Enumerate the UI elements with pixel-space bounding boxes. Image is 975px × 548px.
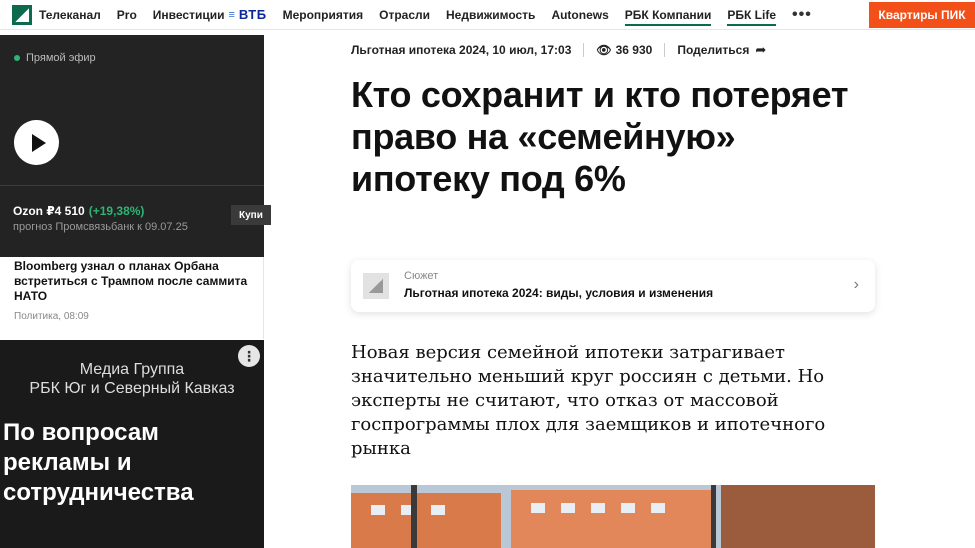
live-label: Прямой эфир — [14, 52, 96, 64]
divider — [664, 43, 666, 57]
ad-options-icon[interactable]: ⋮ — [238, 345, 260, 367]
building-shape — [511, 490, 711, 548]
eye-icon: 👁 — [596, 43, 612, 57]
top-navigation: Телеканал Pro Инвестиции ≡ ВТБ Мероприят… — [0, 0, 975, 30]
stock-forecast: прогноз Промсвязьбанк к 09.07.25 — [13, 221, 188, 233]
live-dot-icon — [14, 55, 20, 61]
ad-cta-button[interactable]: Квартиры ПИК — [869, 2, 975, 28]
nav-item-autonews[interactable]: Autonews — [551, 0, 608, 30]
building-shape — [721, 485, 875, 548]
story-title[interactable]: Льготная ипотека 2024: виды, условия и и… — [404, 286, 713, 300]
stock-name: Ozon ₽4 510 — [13, 204, 85, 218]
nav-menu: Телеканал Pro Инвестиции ≡ ВТБ Мероприят… — [39, 0, 828, 30]
window-shape — [431, 505, 445, 515]
divider — [583, 43, 585, 57]
play-button[interactable] — [14, 120, 59, 165]
rbc-logo-icon[interactable] — [4, 0, 39, 30]
nav-item-industries[interactable]: Отрасли — [379, 0, 430, 30]
ad-banner[interactable]: Медиа Группа РБК Юг и Северный Кавказ ⋮ … — [0, 340, 264, 548]
nav-item-companies[interactable]: РБК Компании — [624, 4, 712, 26]
left-sidebar: Прямой эфир Ozon ₽4 510 (+19,38%) прогноз… — [0, 35, 271, 548]
nav-item-events[interactable]: Мероприятия — [283, 0, 364, 30]
article-photo — [351, 485, 875, 548]
article-headline: Кто сохранит и кто потеряет право на «се… — [351, 74, 849, 199]
building-shape — [351, 493, 501, 548]
news-meta: Политика, 08:09 — [14, 311, 89, 322]
window-shape — [651, 503, 665, 513]
stock-quote[interactable]: Ozon ₽4 510 (+19,38%) — [13, 204, 144, 218]
ad-heading-text: Медиа Группа РБК Юг и Северный Кавказ — [29, 361, 235, 397]
window-shape — [561, 503, 575, 513]
vtb-logo-text: ВТБ — [238, 7, 267, 22]
live-stream-widget: Прямой эфир Ozon ₽4 510 (+19,38%) прогноз… — [0, 35, 271, 257]
ad-text: По вопросам рекламы и сотрудничества — [3, 419, 194, 506]
nav-item-realty[interactable]: Недвижимость — [446, 0, 535, 30]
window-shape — [531, 503, 545, 513]
article-meta: Льготная ипотека 2024, 10 июл, 17:03 👁 3… — [351, 42, 766, 58]
nav-item-life[interactable]: РБК Life — [727, 4, 776, 26]
view-count: 36 930 — [615, 43, 653, 57]
article-lead: Новая версия семейной ипотеки затрагивае… — [351, 342, 826, 459]
article-category-date[interactable]: Льготная ипотека 2024, 10 июл, 17:03 — [351, 43, 571, 57]
story-kicker: Сюжет — [404, 270, 439, 282]
foreground-bar-shape — [411, 485, 417, 548]
share-button[interactable]: Поделиться — [677, 43, 749, 57]
ad-heading: Медиа Группа РБК Юг и Северный Кавказ — [0, 360, 264, 398]
stock-change: (+19,38%) — [88, 204, 145, 218]
story-thumbnail-icon — [363, 273, 389, 299]
buy-button[interactable]: Купи — [231, 205, 271, 225]
window-shape — [621, 503, 635, 513]
story-card[interactable]: Сюжет Льготная ипотека 2024: виды, услов… — [351, 260, 875, 312]
more-menu-icon[interactable]: ••• — [792, 0, 812, 30]
divider — [0, 185, 264, 186]
share-icon[interactable]: ➦ — [755, 42, 766, 58]
news-title[interactable]: Bloomberg узнал о планах Орбана встретит… — [14, 259, 250, 304]
live-label-text: Прямой эфир — [26, 52, 96, 64]
chevron-right-icon[interactable]: › — [854, 276, 859, 294]
nav-item-investments-label: Инвестиции — [152, 7, 225, 22]
nav-item-investments[interactable]: Инвестиции ≡ ВТБ — [153, 0, 267, 30]
window-shape — [591, 503, 605, 513]
sidebar-news-item[interactable]: Bloomberg узнал о планах Орбана встретит… — [0, 257, 264, 339]
foreground-bar-shape — [711, 485, 716, 548]
nav-item-pro[interactable]: Pro — [117, 0, 137, 30]
play-icon — [31, 133, 46, 152]
nav-item-tv[interactable]: Телеканал — [39, 0, 101, 30]
window-shape — [371, 505, 385, 515]
vtb-logo-icon: ≡ — [228, 8, 235, 21]
